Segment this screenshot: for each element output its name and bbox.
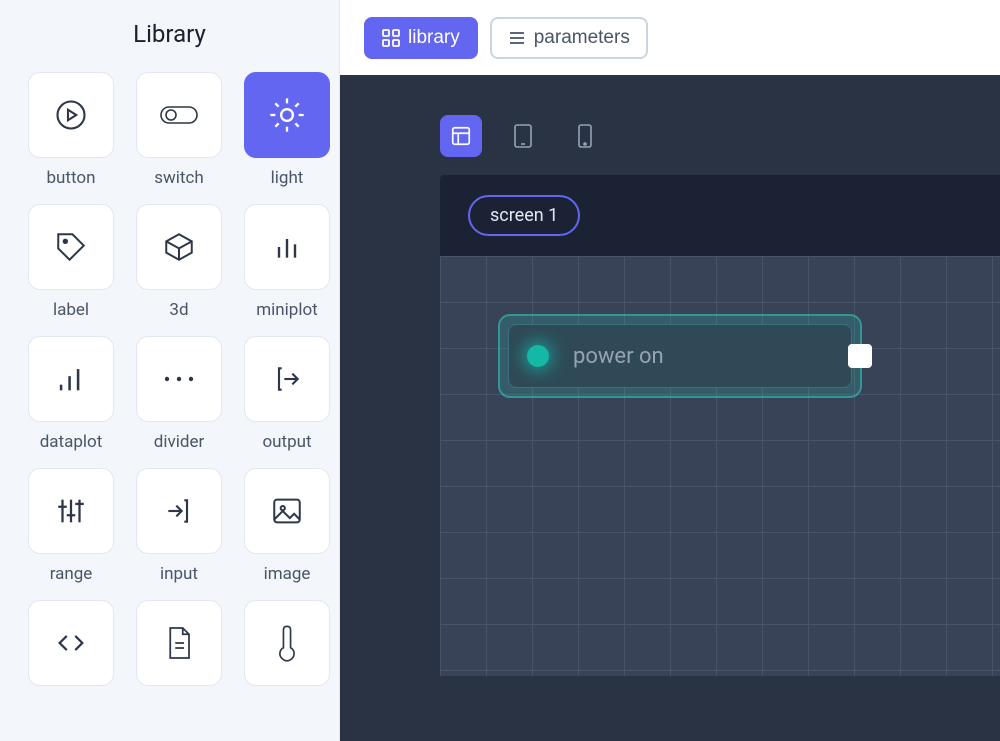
- library-label: 3d: [169, 300, 188, 320]
- library-card-button: [28, 72, 114, 158]
- bars-small-icon: [271, 231, 303, 263]
- library-card-label: [28, 204, 114, 290]
- grid-icon: [382, 29, 400, 47]
- library-item-button[interactable]: button: [28, 72, 114, 188]
- widget-light[interactable]: power on: [498, 314, 862, 398]
- library-card-output: [244, 336, 330, 422]
- library-item-3d[interactable]: 3d: [136, 204, 222, 320]
- status-dot-icon: [527, 345, 549, 367]
- library-card-miniplot: [244, 204, 330, 290]
- cube-icon: [162, 230, 196, 264]
- resize-handle[interactable]: [848, 344, 872, 368]
- screen-name-chip[interactable]: screen 1: [468, 195, 580, 236]
- sidebar-title: Library: [28, 20, 311, 48]
- library-item-dataplot[interactable]: dataplot: [28, 336, 114, 452]
- tab-parameters[interactable]: parameters: [490, 17, 648, 59]
- sliders-icon: [54, 494, 88, 528]
- library-item-divider[interactable]: divider: [136, 336, 222, 452]
- library-item-output[interactable]: output: [244, 336, 330, 452]
- library-card-image: [244, 468, 330, 554]
- library-item-miniplot[interactable]: miniplot: [244, 204, 330, 320]
- login-icon: [163, 495, 195, 527]
- image-icon: [270, 494, 304, 528]
- library-card-range: [28, 468, 114, 554]
- play-circle-icon: [53, 97, 89, 133]
- device-mobile-button[interactable]: [564, 115, 606, 157]
- library-item-range[interactable]: range: [28, 468, 114, 584]
- library-item-label[interactable]: label: [28, 204, 114, 320]
- library-card-3d: [136, 204, 222, 290]
- dots-icon: [162, 374, 196, 384]
- code-icon: [54, 626, 88, 660]
- library-label: divider: [154, 432, 204, 452]
- tablet-icon: [513, 123, 533, 149]
- device-desktop-button[interactable]: [440, 115, 482, 157]
- library-label: label: [53, 300, 89, 320]
- library-card-dataplot: [28, 336, 114, 422]
- tag-icon: [54, 230, 88, 264]
- library-label: dataplot: [40, 432, 103, 452]
- library-card-input: [136, 468, 222, 554]
- layout-icon: [450, 125, 472, 147]
- tab-label: library: [408, 27, 460, 49]
- file-text-icon: [164, 625, 194, 661]
- library-grid: button switch light: [28, 72, 311, 696]
- library-card-thermo: [244, 600, 330, 686]
- logout-icon: [271, 363, 303, 395]
- library-item-thermo[interactable]: [244, 600, 330, 696]
- library-card-divider: [136, 336, 222, 422]
- library-item-input[interactable]: input: [136, 468, 222, 584]
- tab-library[interactable]: library: [364, 17, 478, 59]
- top-tabs: library parameters: [340, 0, 1000, 75]
- screen-header: screen 1: [440, 175, 1000, 256]
- mobile-icon: [577, 123, 593, 149]
- library-card-light: [244, 72, 330, 158]
- library-item-file[interactable]: [136, 600, 222, 696]
- library-label: light: [271, 168, 304, 188]
- library-item-switch[interactable]: switch: [136, 72, 222, 188]
- widget-label: power on: [573, 344, 664, 369]
- bars-stepped-icon: [54, 362, 88, 396]
- library-item-code[interactable]: [28, 600, 114, 696]
- library-label: output: [262, 432, 311, 452]
- list-icon: [508, 29, 526, 47]
- library-item-light[interactable]: light: [244, 72, 330, 188]
- library-label: image: [264, 564, 311, 584]
- thermometer-icon: [277, 624, 297, 662]
- library-sidebar: Library button switch: [0, 0, 340, 741]
- sun-icon: [267, 95, 307, 135]
- main-area: library parameters: [340, 0, 1000, 741]
- library-label: button: [47, 168, 96, 188]
- library-card-file: [136, 600, 222, 686]
- screen-panel: screen 1 power on: [440, 175, 1000, 676]
- library-label: switch: [154, 168, 204, 188]
- toggle-icon: [159, 103, 199, 127]
- library-item-image[interactable]: image: [244, 468, 330, 584]
- device-tablet-button[interactable]: [502, 115, 544, 157]
- library-label: input: [160, 564, 198, 584]
- library-card-code: [28, 600, 114, 686]
- library-label: range: [50, 564, 93, 584]
- library-card-switch: [136, 72, 222, 158]
- widget-inner: power on: [508, 324, 852, 388]
- canvas-area: screen 1 power on: [340, 75, 1000, 741]
- tab-label: parameters: [534, 27, 630, 49]
- device-switcher: [440, 115, 1000, 157]
- library-label: miniplot: [256, 300, 318, 320]
- screen-grid[interactable]: power on: [440, 256, 1000, 676]
